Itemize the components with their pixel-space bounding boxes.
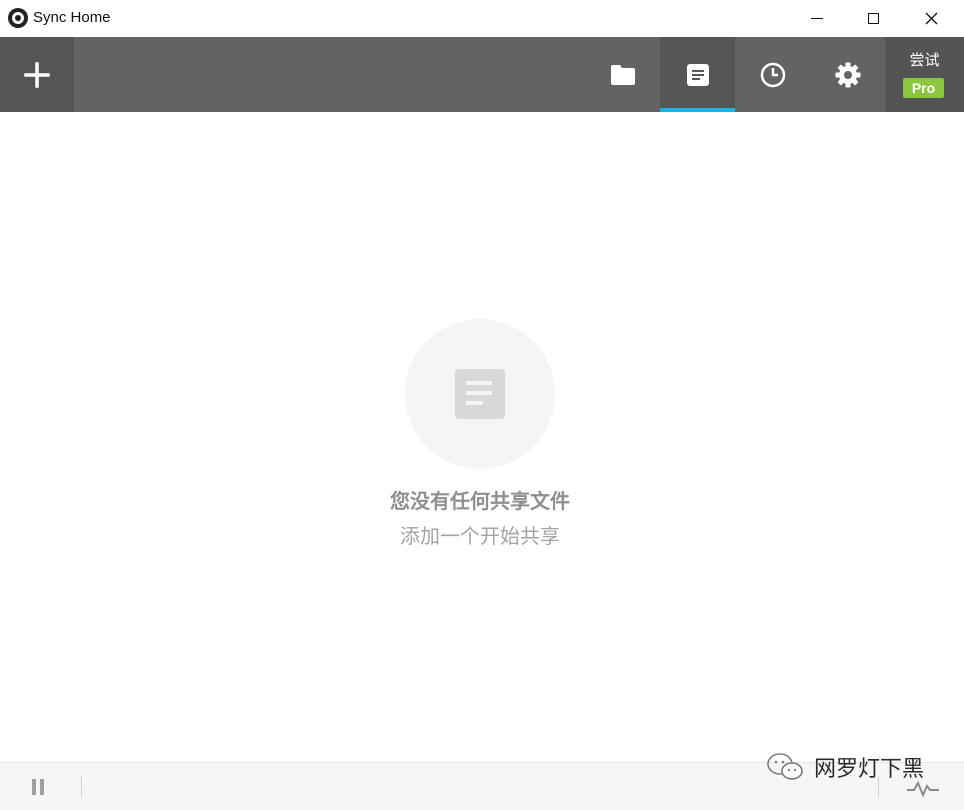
active-tab-indicator [660, 108, 735, 112]
empty-state-subtitle: 添加一个开始共享 [400, 524, 560, 548]
minimize-icon [811, 18, 823, 19]
tab-shares[interactable] [660, 37, 735, 112]
watermark: 网罗灯下黑 [766, 752, 924, 782]
tab-folders[interactable] [585, 37, 660, 112]
sync-logo-icon [8, 8, 28, 28]
close-icon [925, 12, 937, 25]
tab-settings[interactable] [810, 37, 885, 112]
trial-label: 尝试 [909, 51, 940, 69]
minimize-button[interactable] [788, 0, 846, 37]
wechat-icon [767, 753, 803, 780]
gear-icon [835, 62, 860, 87]
close-button[interactable] [902, 0, 960, 37]
add-button[interactable] [0, 37, 74, 112]
pro-badge: Pro [903, 78, 944, 98]
try-pro-button[interactable]: 尝试 Pro [885, 37, 964, 112]
pause-icon [32, 779, 36, 795]
pause-icon-bar [40, 779, 44, 795]
divider [81, 777, 82, 797]
maximize-button[interactable] [844, 0, 902, 37]
empty-state-illustration [405, 319, 555, 469]
document-icon [686, 63, 709, 86]
title-bar: Sync Home [0, 0, 964, 37]
toolbar: 尝试 Pro [0, 37, 964, 112]
tab-history[interactable] [735, 37, 810, 112]
maximize-icon [867, 13, 879, 24]
plus-icon [24, 61, 50, 88]
window-title: Sync Home [33, 9, 111, 26]
watermark-text: 网罗灯下黑 [814, 757, 925, 782]
document-icon [455, 369, 505, 419]
clock-icon [760, 62, 785, 87]
pause-button[interactable] [28, 779, 48, 797]
empty-state-title: 您没有任何共享文件 [390, 489, 570, 513]
folder-icon [610, 64, 635, 85]
